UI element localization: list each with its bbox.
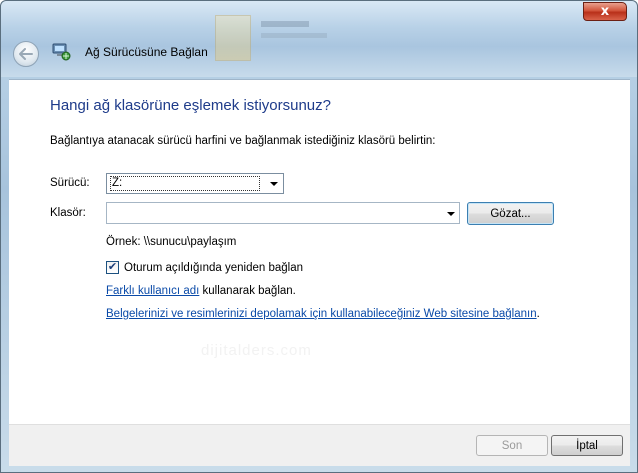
reconnect-label[interactable]: Oturum açıldığında yeniden bağlan	[124, 262, 303, 274]
other-user-suffix: kullanarak bağlan.	[199, 285, 296, 297]
folder-icon	[215, 15, 251, 61]
reconnect-checkbox[interactable]: ✔	[106, 261, 119, 274]
dialog-window: x Ağ Sürücüsüne Bağlan Hangi ağ klasörün…	[0, 0, 638, 473]
title-bar[interactable]: x Ağ Sürücüsüne Bağlan	[1, 1, 637, 77]
cancel-button[interactable]: İptal	[551, 435, 623, 456]
web-site-suffix: .	[536, 308, 540, 320]
background-thumbnail	[215, 15, 345, 61]
folder-input[interactable]	[107, 203, 437, 223]
browse-button[interactable]: Gözat...	[467, 202, 554, 225]
chevron-down-icon[interactable]	[447, 212, 455, 216]
back-button[interactable]	[13, 41, 39, 67]
watermark: dijitalders.com	[201, 342, 312, 359]
web-site-link[interactable]: Belgelerinizi ve resimlerinizi depolamak…	[106, 308, 537, 320]
folder-label: Klasör:	[50, 207, 86, 219]
reconnect-option[interactable]: ✔ Oturum açıldığında yeniden bağlan	[106, 261, 303, 274]
finish-button[interactable]: Son	[476, 435, 548, 456]
close-button[interactable]: x	[583, 2, 627, 21]
intro-text: Bağlantıya atanacak sürücü harfini ve ba…	[50, 135, 436, 147]
footer-bar: Son İptal	[9, 424, 630, 466]
folder-combobox[interactable]	[106, 202, 460, 224]
other-user-link[interactable]: Farklı kullanıcı adı	[106, 285, 199, 297]
arrow-left-icon	[19, 48, 33, 60]
drive-select[interactable]: Z:	[106, 173, 284, 194]
window-title: Ağ Sürücüsüne Bağlan	[85, 45, 208, 59]
content-area: Hangi ağ klasörüne eşlemek istiyorsunuz?…	[9, 79, 630, 424]
example-text: Örnek: \\sunucu\paylaşım	[106, 236, 237, 248]
checkmark-icon: ✔	[107, 261, 118, 273]
page-heading: Hangi ağ klasörüne eşlemek istiyorsunuz?	[50, 97, 331, 114]
chevron-down-icon	[270, 182, 278, 186]
web-site-row: Belgelerinizi ve resimlerinizi depolamak…	[106, 308, 540, 320]
other-user-row: Farklı kullanıcı adı kullanarak bağlan.	[106, 285, 296, 297]
drive-select-value: Z:	[110, 176, 260, 191]
drive-label: Sürücü:	[50, 177, 90, 189]
network-drive-icon	[52, 43, 71, 61]
close-icon: x	[600, 4, 610, 19]
